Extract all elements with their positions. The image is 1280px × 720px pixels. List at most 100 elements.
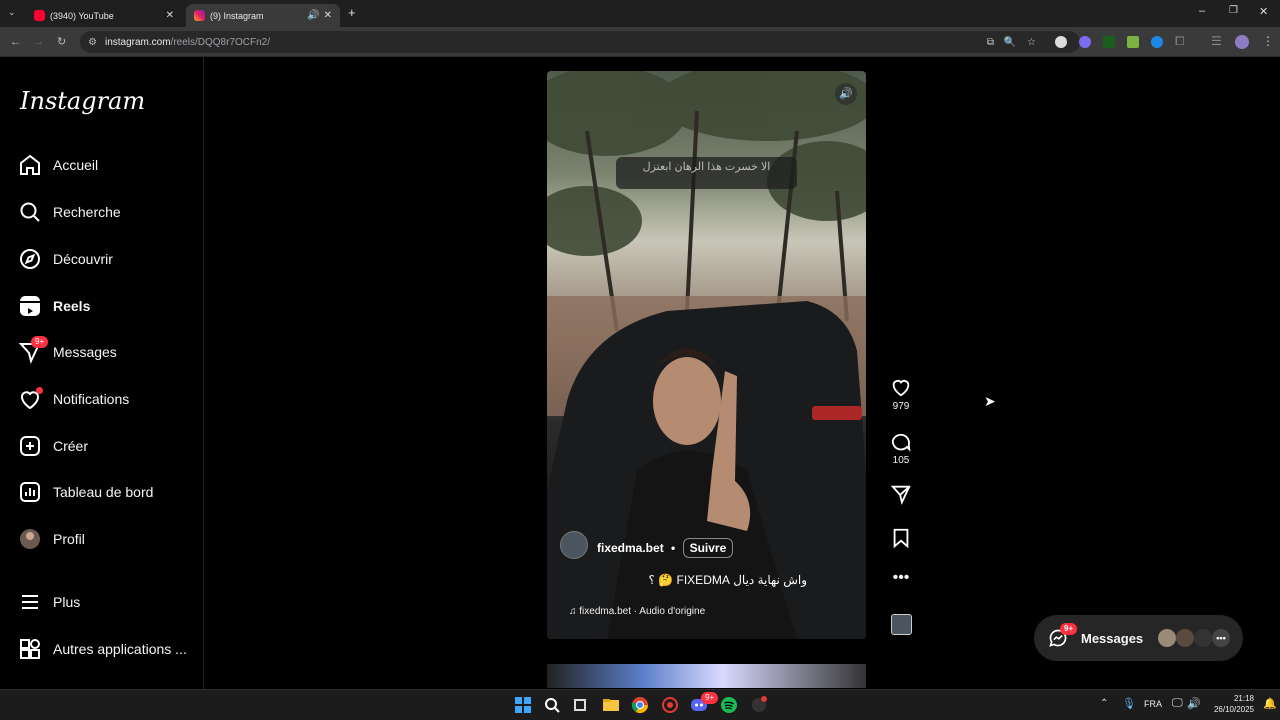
sidebar-item-autres-applications[interactable]: Autres applications ...: [18, 636, 187, 662]
sidebar-item-reels[interactable]: Reels: [18, 293, 90, 319]
sidebar-item-label: Plus: [53, 594, 81, 610]
url-host: instagram.com: [104, 36, 171, 48]
instagram-favicon-icon: [194, 10, 205, 21]
notifications-icon[interactable]: 🔔: [1263, 697, 1277, 710]
tab-instagram[interactable]: (9) Instagram 🔊 ✕: [186, 4, 340, 27]
reel-overlay-text: الا خسرت هذا الرهان ابعتزل: [616, 157, 797, 189]
avatar: [1194, 629, 1212, 647]
extension-icon[interactable]: [1055, 36, 1067, 48]
windows-start-icon[interactable]: [514, 696, 532, 714]
comment-action[interactable]: 105: [890, 430, 912, 466]
bookmark-icon: [893, 528, 909, 549]
restore-button[interactable]: ❐: [1229, 5, 1238, 16]
app-icon[interactable]: [661, 696, 679, 714]
sidebar-item-creer[interactable]: Créer: [18, 433, 88, 459]
clock[interactable]: 21:18 26/10/2025: [1204, 693, 1254, 715]
instagram-logo[interactable]: Instagram: [20, 87, 145, 115]
microphone-icon[interactable]: 🎙: [1122, 697, 1136, 710]
chrome-icon[interactable]: [631, 696, 649, 714]
reel-username[interactable]: fixedma.bet: [597, 541, 664, 555]
extensions-puzzle-icon[interactable]: ⧠: [1175, 34, 1185, 49]
clock-date: 26/10/2025: [1213, 705, 1254, 714]
task-view-icon[interactable]: [571, 696, 589, 714]
tab-title: (9) Instagram: [210, 10, 264, 21]
tray-chevron-icon[interactable]: ⌃: [1100, 698, 1108, 709]
messages-floating-button[interactable]: 9+ Messages •••: [1034, 615, 1243, 661]
speaker-icon[interactable]: 🔊: [307, 10, 319, 21]
sidebar-item-label: Découvrir: [53, 251, 113, 267]
url-path: /reels/DQQ8r7OCFn2/: [170, 36, 271, 48]
extension-icon[interactable]: [1127, 36, 1139, 48]
audio-thumbnail[interactable]: [891, 614, 912, 635]
file-explorer-icon[interactable]: [602, 696, 620, 714]
sidebar-item-profil[interactable]: Profil: [18, 526, 85, 552]
speaker-icon[interactable]: 🔊: [835, 83, 857, 105]
network-icon[interactable]: 🖵: [1172, 697, 1183, 710]
language-indicator[interactable]: FRA: [1144, 699, 1162, 709]
reel-audio[interactable]: ♫ fixedma.bet · Audio d'origine: [569, 606, 705, 617]
extension-icon[interactable]: [1103, 36, 1115, 48]
clock-time: 21:18: [1233, 694, 1254, 703]
messages-pill-badge: 9+: [1060, 623, 1078, 635]
like-action[interactable]: 979: [890, 376, 912, 412]
sidebar-item-accueil[interactable]: Accueil: [18, 152, 98, 178]
follow-button[interactable]: Suivre: [682, 538, 734, 558]
sidebar-item-recherche[interactable]: Recherche: [18, 199, 121, 225]
reading-list-icon[interactable]: ☰: [1211, 34, 1222, 48]
browser-tab-bar: ⌄ (3940) YouTube ✕ (9) Instagram 🔊 ✕ + –…: [0, 0, 1280, 27]
share-action[interactable]: [890, 483, 912, 508]
sidebar-item-notifications[interactable]: Notifications: [18, 386, 129, 412]
like-count: 979: [892, 401, 910, 412]
bookmark-star-icon[interactable]: ☆: [1027, 37, 1036, 48]
windows-taskbar: 9+ ⌃ 🎙 FRA 🖵 🔊 21:18 26/10/2025 🔔: [0, 689, 1280, 720]
extension-icon[interactable]: [1079, 36, 1091, 48]
plus-square-icon: [20, 436, 40, 456]
sidebar-item-messages[interactable]: 9+ Messages: [18, 336, 117, 365]
dashboard-icon: [20, 482, 40, 502]
browser-menu-icon[interactable]: ⋮: [1262, 34, 1274, 48]
sidebar-item-label: Autres applications ...: [53, 641, 187, 657]
tab-search-chevron-icon[interactable]: ⌄: [8, 7, 16, 18]
close-tab-icon[interactable]: ✕: [166, 10, 174, 21]
sidebar-item-label: Profil: [53, 531, 85, 547]
youtube-favicon-icon: [34, 10, 45, 21]
more-options-icon[interactable]: •••: [890, 570, 912, 586]
back-icon[interactable]: ←: [10, 27, 21, 57]
sidebar-item-decouvrir[interactable]: Découvrir: [18, 246, 113, 272]
sidebar-item-label: Reels: [53, 298, 91, 314]
save-action[interactable]: [890, 527, 912, 552]
close-window-button[interactable]: ✕: [1259, 5, 1268, 18]
app-icon[interactable]: [750, 696, 768, 714]
reel-video[interactable]: الا خسرت هذا الرهان ابعتزل 🔊 fixedma.bet…: [547, 71, 866, 639]
music-note-icon: ♫: [569, 606, 580, 617]
site-info-icon[interactable]: ⚙: [88, 37, 97, 48]
tab-title: (3940) YouTube: [50, 10, 114, 21]
close-tab-icon[interactable]: ✕: [324, 10, 332, 21]
home-icon: [20, 154, 40, 175]
notification-dot: [36, 387, 43, 394]
more-avatars-icon: •••: [1212, 629, 1230, 647]
sidebar-item-label: Notifications: [53, 391, 130, 407]
forward-icon[interactable]: →: [33, 27, 44, 57]
extension-icon[interactable]: [1151, 36, 1163, 48]
address-bar[interactable]: ⚙ instagram.com/reels/DQQ8r7OCFn2/ ⧉ 🔍 ☆: [80, 31, 1080, 53]
sidebar-item-plus[interactable]: Plus: [18, 589, 80, 615]
avatar: [1158, 629, 1176, 647]
reel-author-avatar[interactable]: [560, 531, 588, 559]
zoom-icon[interactable]: 🔍: [1004, 37, 1016, 48]
install-app-icon[interactable]: ⧉: [987, 37, 994, 48]
spotify-icon[interactable]: [720, 696, 738, 714]
volume-icon[interactable]: 🔊: [1187, 697, 1201, 710]
sidebar-item-tableau-de-bord[interactable]: Tableau de bord: [18, 479, 153, 505]
next-reel-preview[interactable]: [547, 664, 866, 688]
search-icon[interactable]: [543, 696, 561, 714]
reel-caption[interactable]: واش نهاية ديال FIXEDMA 🤔 ؟: [627, 573, 807, 587]
profile-avatar[interactable]: [1235, 35, 1249, 49]
send-icon: [890, 485, 911, 505]
reload-icon[interactable]: ↻: [57, 27, 66, 57]
tab-youtube[interactable]: (3940) YouTube ✕: [26, 4, 182, 27]
new-tab-button[interactable]: +: [348, 5, 356, 20]
sidebar-item-label: Messages: [53, 344, 117, 360]
comment-icon: [891, 433, 911, 452]
minimize-button[interactable]: –: [1199, 5, 1205, 17]
